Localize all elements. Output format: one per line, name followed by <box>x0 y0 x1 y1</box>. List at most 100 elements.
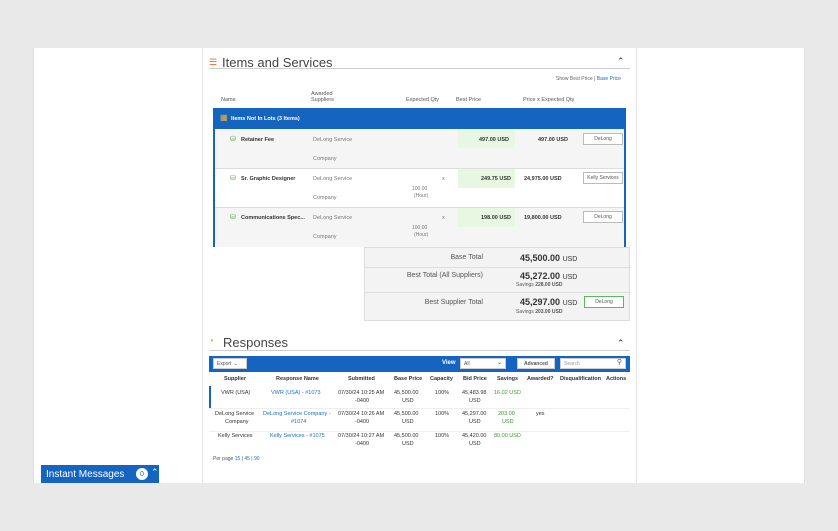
per-page-option-15[interactable]: 15 <box>235 456 241 462</box>
row-submitted-tz: -0400 <box>355 441 370 447</box>
best-supplier-total-value: 45,297.00 USD <box>520 297 578 307</box>
item-icon: ⛁ <box>230 136 236 143</box>
award-button[interactable]: Kelly Services <box>583 172 623 184</box>
row-bid-price: 45,483.98 <box>462 390 487 396</box>
item-qty: 100.00 <box>412 225 428 231</box>
items-table: ▦ Items Not In Lots (3 Items) ⛁ Retainer… <box>213 108 626 247</box>
row-divider <box>365 292 631 293</box>
collapse-responses-icon[interactable]: ⌃ <box>617 338 625 349</box>
item-best-price: 497.00 USD <box>479 137 509 143</box>
col-savings[interactable]: Savings <box>497 376 518 382</box>
item-qty-unit: (Hour) <box>414 193 429 199</box>
award-supplier-button[interactable]: DeLong <box>584 296 624 308</box>
row-base-unit: USD <box>402 419 414 425</box>
item-qty-unit: (Hour) <box>414 232 429 238</box>
col-bid-price[interactable]: Bid Price <box>463 376 487 382</box>
col-actions[interactable]: Actions <box>606 376 626 382</box>
per-page-option-90[interactable]: 90 <box>254 456 260 462</box>
view-label: View <box>442 360 456 366</box>
row-bid-unit: USD <box>469 419 481 425</box>
item-name[interactable]: Retainer Fee <box>241 137 274 143</box>
col-supplier[interactable]: Supplier <box>224 376 246 382</box>
row-supplier: DeLong Service <box>215 411 255 417</box>
row-savings-unit: USD <box>502 419 514 425</box>
col-name: Name <box>221 97 236 103</box>
col-expected-qty: Expected Qty <box>406 97 440 103</box>
per-page-control: Per page 15 | 45 | 90 <box>213 456 260 462</box>
show-best-price-link[interactable]: Show Best Price <box>556 76 593 82</box>
group-label: Items Not In Lots (3 Items) <box>231 116 300 122</box>
row-capacity: 100% <box>435 433 450 439</box>
row-response-link[interactable]: VWR (USA) - #1073 <box>271 390 321 396</box>
item-icon: ⛁ <box>230 214 236 221</box>
message-count-badge: 0 <box>136 468 148 480</box>
base-price-link[interactable]: Base Price <box>597 76 621 82</box>
row-submitted-tz: -0400 <box>355 419 370 425</box>
col-disqualification[interactable]: Disqualification <box>560 376 601 382</box>
grid-icon: ▦ <box>220 113 228 122</box>
export-button[interactable]: Export ⌄ <box>213 358 247 369</box>
chevron-up-icon[interactable]: ⌃ <box>151 467 159 478</box>
collapse-items-icon[interactable]: ⌃ <box>617 56 625 67</box>
search-icon[interactable]: ⚲ <box>617 358 622 366</box>
row-savings: 203.00 <box>498 411 515 417</box>
item-total: 497.00 USD <box>538 137 568 143</box>
award-button[interactable]: DeLong <box>583 133 623 145</box>
item-best-price: 198.00 USD <box>481 215 511 221</box>
row-response-link[interactable]: Kelly Services - #1075 <box>270 433 325 439</box>
price-toggle: Show Best Price | Base Price <box>556 76 621 82</box>
row-supplier: VWR (USA) <box>221 390 251 396</box>
best-total-savings: Savings 228.00 USD <box>516 282 563 288</box>
chevron-down-icon: ⌄ <box>496 360 502 366</box>
search-input[interactable]: Search ⚲ <box>560 358 626 369</box>
instant-messages-bar[interactable]: Instant Messages 0 ⌃ <box>41 465 159 483</box>
col-base-price[interactable]: Base Price <box>394 376 422 382</box>
view-select[interactable]: All ⌄ <box>460 358 506 369</box>
item-supplier-cont: Company <box>313 156 337 162</box>
responses-title: Responses <box>223 335 289 350</box>
item-name[interactable]: Sr. Graphic Designer <box>241 176 295 182</box>
item-best-price: 249.75 USD <box>481 176 511 182</box>
row-bid-price: 45,297.00 <box>462 411 487 417</box>
qty-multiplier: x <box>442 176 445 182</box>
award-button[interactable]: DeLong <box>583 211 623 223</box>
table-row: VWR (USA) VWR (USA) - #1073 07/30/24 10:… <box>209 386 630 408</box>
col-suppliers: Suppliers <box>311 97 334 103</box>
responses-header: Supplier Response Name Submitted Base Pr… <box>209 374 630 386</box>
advanced-button[interactable]: Advanced <box>517 358 555 369</box>
item-qty: 100.00 <box>412 186 428 192</box>
list-icon: ☰ <box>209 57 218 67</box>
col-awarded[interactable]: Awarded? <box>527 376 554 382</box>
table-row: DeLong Service Company DeLong Service Co… <box>209 409 630 431</box>
item-total: 19,800.00 USD <box>524 215 562 221</box>
responses-icon: ◔ <box>208 336 215 347</box>
column-divider <box>202 48 203 483</box>
col-response-name[interactable]: Response Name <box>276 376 319 382</box>
col-best-price: Best Price <box>456 97 482 103</box>
price-toggle-separator: | <box>594 76 596 82</box>
col-submitted[interactable]: Submitted <box>348 376 375 382</box>
per-page-option-45[interactable]: 45 <box>244 456 250 462</box>
selected-row-marker <box>209 386 211 408</box>
best-total-label: Best Total (All Suppliers) <box>406 272 483 279</box>
row-base-price: 45,500.00 <box>394 390 419 396</box>
row-divider <box>215 168 624 169</box>
row-capacity: 100% <box>435 390 450 396</box>
per-page-separator: | <box>241 456 243 462</box>
responses-toolbar: Export ⌄ View All ⌄ Advanced Search ⚲ <box>209 356 630 372</box>
best-supplier-savings: Savings 203.00 USD <box>516 309 563 315</box>
row-submitted: 07/30/24 10:27 AM <box>338 433 385 439</box>
row-response-link[interactable]: DeLong Service Company - <box>263 411 331 417</box>
row-base-unit: USD <box>402 398 414 404</box>
row-awarded: yes <box>536 411 545 417</box>
qty-multiplier: x <box>442 215 445 221</box>
col-capacity[interactable]: Capacity <box>430 376 453 382</box>
item-name[interactable]: Communications Spec... <box>241 215 305 221</box>
row-bid-unit: USD <box>469 441 481 447</box>
base-total-value: 45,500.00 USD <box>520 253 578 263</box>
row-supplier-cont: Company <box>225 419 249 425</box>
group-header[interactable]: ▦ Items Not In Lots (3 Items) <box>215 110 624 129</box>
row-response-link-cont[interactable]: #1074 <box>291 419 306 425</box>
section-divider <box>209 350 630 351</box>
per-page-label: Per page <box>213 456 234 462</box>
